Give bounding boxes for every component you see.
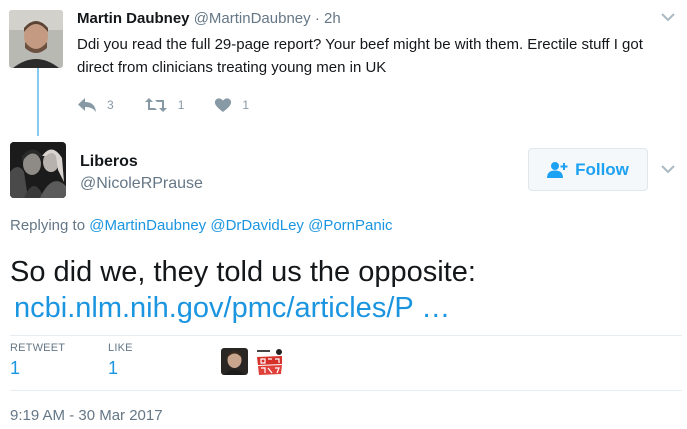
- avatar-image: [10, 142, 66, 198]
- retweet-icon: [144, 98, 167, 112]
- chevron-down-icon[interactable]: [661, 164, 675, 174]
- reply-count: 3: [107, 98, 114, 112]
- main-author-name[interactable]: Liberos: [80, 153, 138, 171]
- like-count: 1: [242, 98, 250, 112]
- liker-avatar-1[interactable]: [221, 348, 248, 375]
- stats-divider-bottom: [10, 390, 682, 391]
- follow-button-label: Follow: [575, 159, 629, 179]
- avatar-image: [9, 10, 63, 68]
- follow-button[interactable]: Follow: [528, 148, 648, 191]
- liker-avatar-2[interactable]: [255, 348, 282, 375]
- chevron-down-icon[interactable]: [661, 12, 675, 22]
- avatar-image: [221, 348, 248, 375]
- retweet-stat-value: 1: [10, 358, 21, 378]
- main-tweet-text: So did we, they told us the opposite:: [10, 256, 476, 288]
- stats-divider-top: [10, 335, 682, 336]
- main-author-handle[interactable]: @NicoleRPrause: [80, 175, 203, 193]
- heart-icon: [215, 98, 232, 112]
- parent-tweet-actions: 3 1 1: [77, 95, 279, 115]
- parent-tweet[interactable]: Martin Daubney @MartinDaubney · 2h Ddi y…: [0, 0, 687, 136]
- like-stat[interactable]: LIKE 1: [108, 342, 133, 379]
- porn-panic-logo: [255, 348, 282, 375]
- like-stat-label: LIKE: [108, 342, 133, 354]
- main-author-avatar[interactable]: [10, 142, 66, 198]
- like-action[interactable]: 1: [214, 97, 249, 113]
- thread-connector-line: [37, 68, 39, 136]
- replying-to-line: Replying to @MartinDaubney @DrDavidLey @…: [10, 217, 393, 234]
- reply-icon: [78, 98, 96, 112]
- replying-to-user-2[interactable]: @DrDavidLey: [210, 217, 304, 234]
- parent-tweet-header: Martin Daubney @MartinDaubney · 2h: [77, 10, 341, 27]
- reply-action[interactable]: 3: [77, 97, 114, 113]
- parent-author-handle[interactable]: @MartinDaubney: [194, 10, 311, 27]
- retweet-count: 1: [177, 98, 185, 112]
- tweet-timestamp[interactable]: 9:19 AM - 30 Mar 2017: [10, 407, 163, 424]
- retweet-stat[interactable]: RETWEET 1: [10, 342, 65, 379]
- replying-to-user-3[interactable]: @PornPanic: [308, 217, 392, 234]
- replying-to-user-1[interactable]: @MartinDaubney: [89, 217, 206, 234]
- like-stat-value: 1: [108, 358, 119, 378]
- retweet-stat-label: RETWEET: [10, 342, 66, 354]
- header-separator: ·: [314, 10, 320, 27]
- parent-tweet-text: Ddi you read the full 29-page report? Yo…: [77, 36, 643, 76]
- parent-author-name[interactable]: Martin Daubney: [77, 10, 190, 27]
- replying-to-prefix: Replying to: [10, 217, 86, 234]
- follow-person-icon: [547, 161, 568, 178]
- retweet-action[interactable]: 1: [144, 97, 185, 113]
- parent-tweet-time[interactable]: 2h: [324, 10, 341, 27]
- parent-author-avatar[interactable]: [9, 10, 63, 68]
- tweet-link[interactable]: ncbi.nlm.nih.gov/pmc/articles/P …: [14, 288, 450, 328]
